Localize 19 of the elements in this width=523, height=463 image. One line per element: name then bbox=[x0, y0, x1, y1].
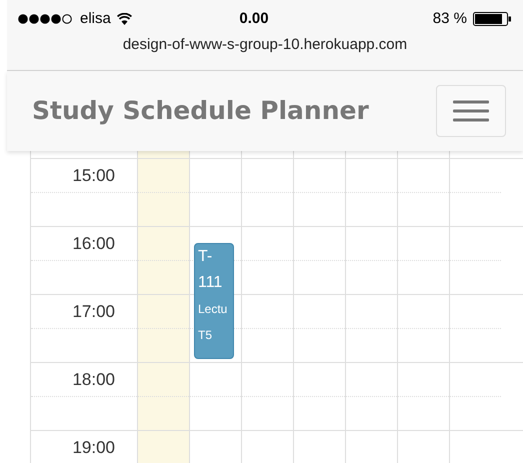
event-text: 111 bbox=[198, 273, 224, 293]
menu-button[interactable] bbox=[436, 85, 506, 137]
clock-time: 0.00 bbox=[238, 8, 270, 29]
menu-icon bbox=[453, 100, 489, 122]
hour-label: 17:00 bbox=[72, 300, 115, 322]
battery-icon bbox=[473, 12, 512, 26]
app-title: Study Schedule Planner bbox=[32, 95, 369, 128]
event-text: Lectu bbox=[198, 301, 228, 318]
carrier-name: elisa bbox=[80, 8, 111, 29]
url-text[interactable]: design-of-www-s-group-10.herokuapp.com bbox=[122, 34, 408, 56]
event-text: T5 bbox=[198, 327, 214, 344]
hour-label: 19:00 bbox=[72, 436, 115, 458]
signal-icon bbox=[18, 14, 74, 24]
hour-label: 16:00 bbox=[72, 232, 115, 254]
event-text: T- bbox=[198, 247, 214, 267]
hour-label: 18:00 bbox=[72, 368, 115, 390]
wifi-icon bbox=[116, 13, 132, 25]
hour-label: 15:00 bbox=[72, 164, 115, 186]
battery-percent: 83 % bbox=[432, 8, 467, 29]
